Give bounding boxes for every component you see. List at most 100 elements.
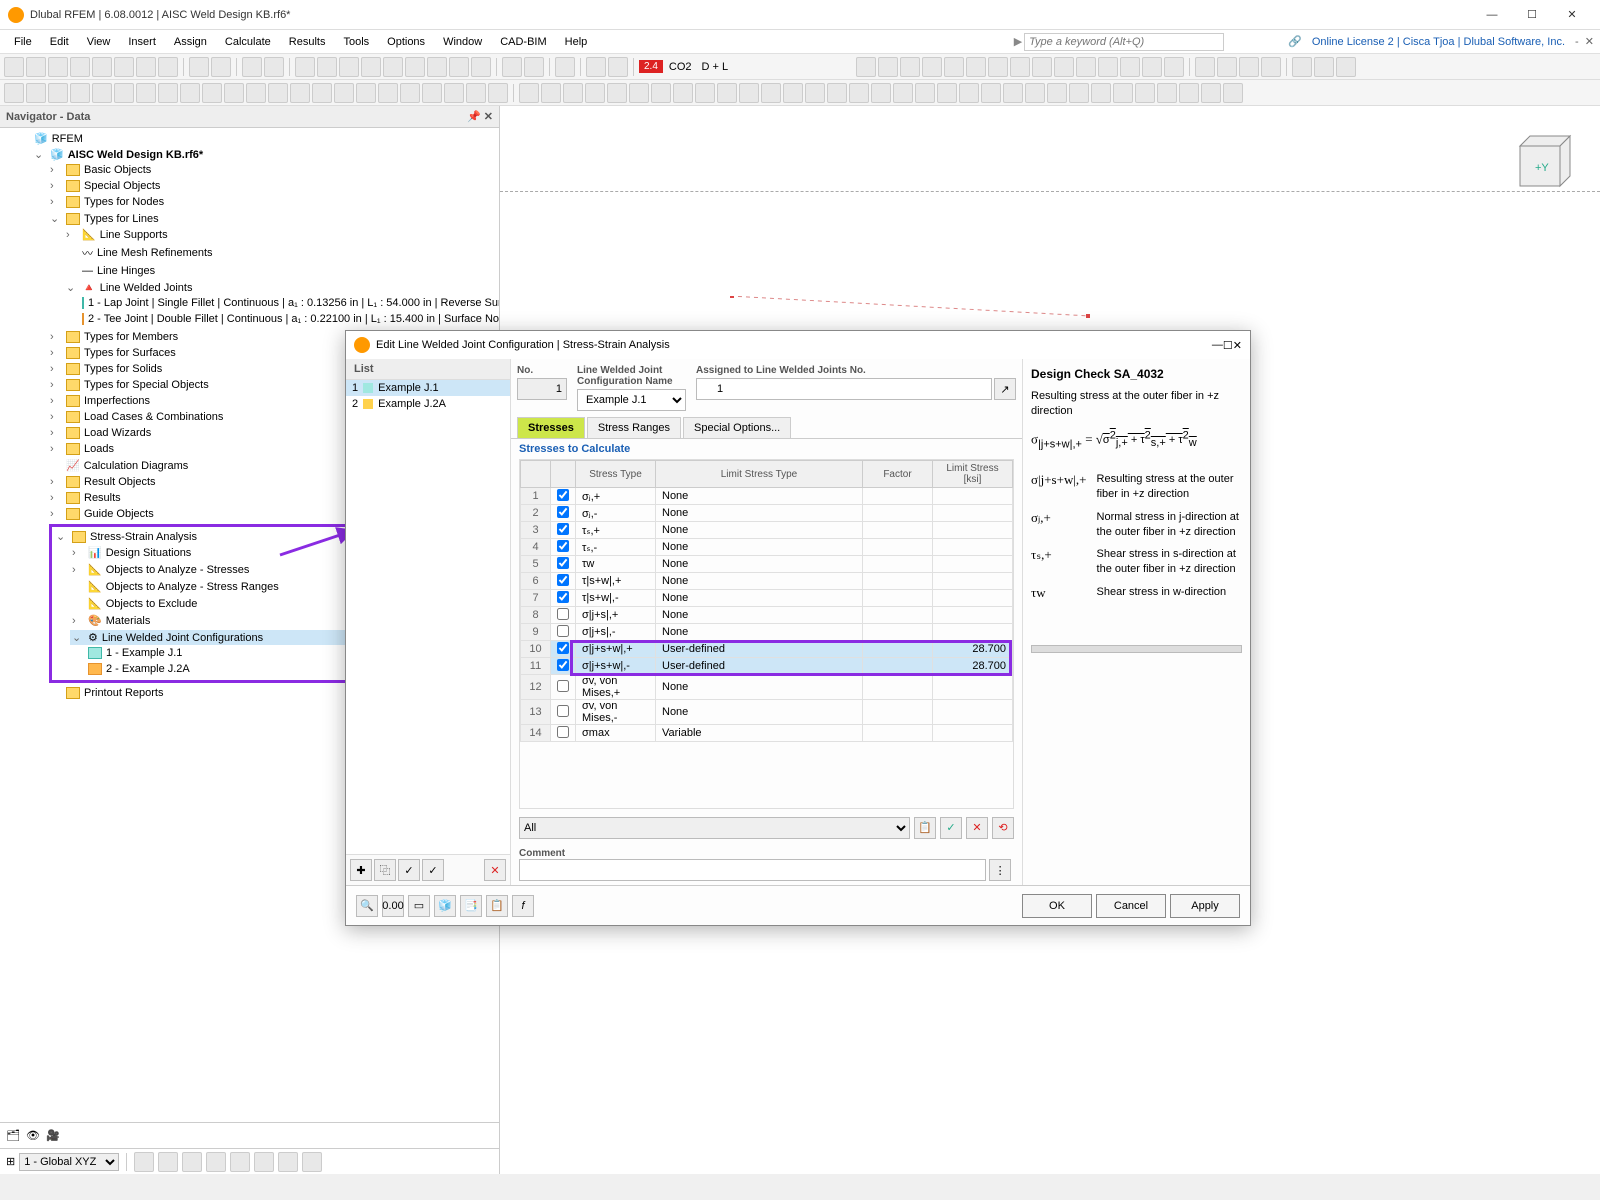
tb-icon[interactable] [1098, 57, 1118, 77]
config-list[interactable]: 1 Example J.1 2 Example J.2A [346, 380, 510, 854]
pick-icon[interactable]: ↗ [994, 378, 1016, 400]
tb-icon[interactable] [202, 83, 222, 103]
tb-icon[interactable] [1069, 83, 1089, 103]
tb-icon[interactable] [586, 57, 606, 77]
tb-icon[interactable] [444, 83, 464, 103]
tb-icon[interactable] [242, 57, 262, 77]
close-button[interactable]: ✕ [1552, 1, 1592, 29]
stress-row[interactable]: 11 σ|j+s+w|,-User-defined28.700 [521, 658, 1013, 675]
stress-row[interactable]: 3 τₛ,+None [521, 522, 1013, 539]
tb-icon[interactable] [211, 57, 231, 77]
row-checkbox[interactable] [557, 608, 569, 620]
new-button[interactable]: ✚ [350, 859, 372, 881]
tb-icon[interactable] [334, 83, 354, 103]
row-checkbox[interactable] [557, 506, 569, 518]
cs-select[interactable]: 1 - Global XYZ [19, 1153, 119, 1171]
tb-icon[interactable] [383, 57, 403, 77]
x-button[interactable]: ✕ [966, 817, 988, 839]
tb-icon[interactable] [1142, 57, 1162, 77]
apply-button[interactable]: Apply [1170, 894, 1240, 918]
tb-icon[interactable] [1217, 57, 1237, 77]
tb-icon[interactable] [1003, 83, 1023, 103]
tab-stresses[interactable]: Stresses [517, 417, 585, 438]
tb-icon[interactable] [312, 83, 332, 103]
tree-item[interactable]: — Line Hinges [64, 264, 499, 278]
tb-icon[interactable] [4, 83, 24, 103]
tree-item[interactable]: ⌄Types for Lines [48, 211, 499, 226]
tb-icon[interactable] [1157, 83, 1177, 103]
tb-icon[interactable] [608, 57, 628, 77]
stress-row[interactable]: 9 σ|j+s|,-None [521, 624, 1013, 641]
tb-icon[interactable] [405, 57, 425, 77]
tb-icon[interactable] [427, 57, 447, 77]
tb-icon[interactable] [1239, 57, 1259, 77]
tb-icon[interactable] [70, 83, 90, 103]
tree-item[interactable]: ›Special Objects [48, 179, 499, 193]
maximize-button[interactable]: ☐ [1512, 1, 1552, 29]
tb-icon[interactable] [717, 83, 737, 103]
tb-icon[interactable] [1261, 57, 1281, 77]
tb-icon[interactable] [629, 83, 649, 103]
tab-special-options[interactable]: Special Options... [683, 417, 791, 438]
tb-icon[interactable] [805, 83, 825, 103]
row-checkbox[interactable] [557, 642, 569, 654]
row-checkbox[interactable] [557, 540, 569, 552]
tb-icon[interactable] [422, 83, 442, 103]
tb-icon[interactable] [761, 83, 781, 103]
tb-icon[interactable] [268, 83, 288, 103]
tb-icon[interactable] [134, 1152, 154, 1172]
load-name[interactable]: D + L [698, 61, 733, 73]
tb-icon[interactable] [378, 83, 398, 103]
zoom-icon[interactable]: 🔍 [356, 895, 378, 917]
stress-row[interactable]: 12 σv, von Mises,+None [521, 675, 1013, 700]
tb-icon[interactable] [1336, 57, 1356, 77]
tb-icon[interactable] [361, 57, 381, 77]
tb-icon[interactable] [1292, 57, 1312, 77]
tb-icon[interactable] [158, 57, 178, 77]
tb-icon[interactable] [607, 83, 627, 103]
tb-icon[interactable] [182, 1152, 202, 1172]
tb-icon[interactable] [224, 83, 244, 103]
menu-window[interactable]: Window [435, 33, 490, 51]
stress-row[interactable]: 5 τwNone [521, 556, 1013, 573]
menu-view[interactable]: View [79, 33, 119, 51]
script-icon[interactable]: f [512, 895, 534, 917]
tb-icon[interactable] [563, 83, 583, 103]
tb-icon[interactable] [1047, 83, 1067, 103]
tree-item[interactable]: ›Basic Objects [48, 163, 499, 177]
tb-icon[interactable] [254, 1152, 274, 1172]
row-checkbox[interactable] [557, 489, 569, 501]
menu-assign[interactable]: Assign [166, 33, 215, 51]
tb-icon[interactable] [673, 83, 693, 103]
tb-icon[interactable] [519, 83, 539, 103]
tb-icon[interactable] [356, 83, 376, 103]
tree-item[interactable]: ⌄🔺 Line Welded Joints [64, 280, 499, 295]
tb-icon[interactable] [92, 83, 112, 103]
list-item[interactable]: 1 Example J.1 [346, 380, 510, 396]
tb-icon[interactable] [1314, 57, 1334, 77]
stress-row[interactable]: 10 σ|j+s+w|,+User-defined28.700 [521, 641, 1013, 658]
tb-icon[interactable] [158, 1152, 178, 1172]
stress-row[interactable]: 7 τ|s+w|,-None [521, 590, 1013, 607]
row-checkbox[interactable] [557, 705, 569, 717]
stress-row[interactable]: 4 τₛ,-None [521, 539, 1013, 556]
units-icon[interactable]: 0.00 [382, 895, 404, 917]
tree-item[interactable]: 2 - Tee Joint | Double Fillet | Continuo… [80, 312, 499, 326]
copy-icon[interactable]: 📋 [486, 895, 508, 917]
tb-icon[interactable] [278, 1152, 298, 1172]
tb-icon[interactable] [1164, 57, 1184, 77]
tb-icon[interactable] [4, 57, 24, 77]
row-checkbox[interactable] [557, 726, 569, 738]
menu-file[interactable]: File [6, 33, 40, 51]
stress-row[interactable]: 13 σv, von Mises,-None [521, 700, 1013, 725]
tb-icon[interactable] [158, 83, 178, 103]
row-checkbox[interactable] [557, 523, 569, 535]
tb-icon[interactable] [1113, 83, 1133, 103]
cancel-button[interactable]: Cancel [1096, 894, 1166, 918]
tb-icon[interactable] [466, 83, 486, 103]
tb-icon[interactable] [400, 83, 420, 103]
tree-project[interactable]: ⌄🧊 AISC Weld Design KB.rf6* [32, 147, 499, 162]
tb-icon[interactable] [1054, 57, 1074, 77]
nav-tab-data-icon[interactable]: 🗂 [6, 1129, 20, 1142]
tb-icon[interactable] [944, 57, 964, 77]
